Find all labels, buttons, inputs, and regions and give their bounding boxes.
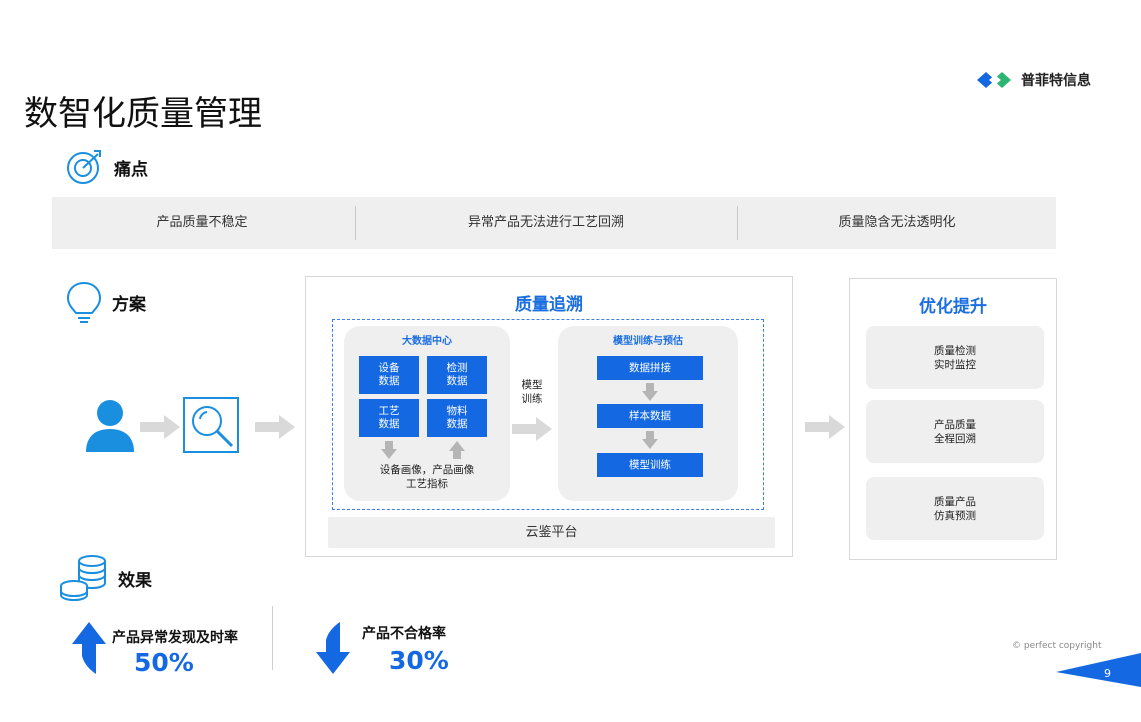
down-arrow-icon (642, 431, 658, 449)
metric-label-1: 产品异常发现及时率 (112, 630, 238, 646)
pain-point-1: 产品质量不稳定 (156, 215, 248, 230)
up-arrow-icon (449, 441, 465, 459)
divider (272, 606, 273, 670)
copyright-text: © perfect copyright (1012, 641, 1102, 651)
big-data-title: 大数据中心 (402, 336, 452, 347)
brand-name: 普菲特信息 (1021, 73, 1091, 89)
solution-section-label: 方案 (112, 294, 146, 315)
up-arrow-icon (72, 622, 106, 674)
down-arrow-icon (381, 441, 397, 459)
model-training-label-2: 训练 (521, 393, 543, 405)
user-icon (86, 400, 134, 452)
model-training-step: 模型训练 (597, 453, 703, 477)
big-data-caption-2: 工艺指标 (406, 478, 448, 490)
data-joining-step: 数据拼接 (597, 356, 703, 380)
metric-value-1: 50% (134, 648, 194, 677)
process-data-block: 工艺 数据 (359, 399, 419, 437)
optimization-card-1: 质量检测 实时监控 (866, 326, 1044, 389)
page-number: 9 (1104, 667, 1111, 680)
brand-mark-icon (977, 72, 1011, 88)
metric-label-2: 产品不合格率 (362, 626, 446, 642)
effect-section-label: 效果 (118, 570, 152, 591)
solution-section-header: 方案 (64, 280, 146, 324)
model-training-label-1: 模型 (521, 379, 543, 391)
material-data-block: 物料 数据 (427, 399, 487, 437)
device-data-block: 设备 数据 (359, 356, 419, 394)
cloud-platform-bar: 云鉴平台 (328, 517, 775, 548)
effect-section-header: 效果 (58, 553, 152, 603)
optimization-box: 优化提升 质量检测 实时监控 产品质量 全程回溯 质量产品 仿真预测 (849, 278, 1057, 560)
brand-logo: 普菲特信息 (975, 70, 1091, 90)
metric-value-2: 30% (389, 646, 449, 675)
page-number-tab (1056, 653, 1141, 687)
model-panel-title: 模型训练与预估 (613, 336, 683, 347)
pain-point-3: 质量隐含无法透明化 (838, 215, 956, 230)
down-arrow-icon (642, 383, 658, 401)
sample-data-step: 样本数据 (597, 404, 703, 428)
down-arrow-icon (316, 622, 350, 674)
right-arrow-icon (140, 415, 180, 439)
optimization-title: 优化提升 (919, 297, 987, 317)
optimization-card-3: 质量产品 仿真预测 (866, 477, 1044, 540)
page-title: 数智化质量管理 (24, 94, 262, 134)
magnifier-icon (183, 397, 239, 453)
inspection-data-block: 检测 数据 (427, 356, 487, 394)
target-icon (67, 150, 101, 184)
lightbulb-icon (66, 281, 102, 323)
pain-section-header: 痛点 (64, 148, 148, 186)
right-arrow-icon (255, 415, 295, 439)
pain-section-label: 痛点 (114, 159, 148, 180)
pain-point-2: 异常产品无法进行工艺回溯 (467, 215, 624, 230)
right-arrow-icon (512, 417, 552, 441)
model-panel: 模型训练与预估 数据拼接 样本数据 模型训练 (558, 326, 738, 501)
big-data-caption-1: 设备画像，产品画像 (379, 464, 475, 476)
big-data-panel: 大数据中心 设备 数据 检测 数据 工艺 数据 物料 数据 设备画像，产品画像 … (344, 326, 510, 501)
quality-trace-box: 质量追溯 大数据中心 设备 数据 检测 数据 工艺 数据 物料 数据 设备画像，… (305, 276, 793, 557)
quality-trace-title: 质量追溯 (515, 295, 583, 315)
optimization-card-2: 产品质量 全程回溯 (866, 400, 1044, 463)
coins-icon (60, 555, 106, 602)
right-arrow-icon (805, 415, 845, 439)
pain-points-bar: 产品质量不稳定 异常产品无法进行工艺回溯 质量隐含无法透明化 (52, 197, 1056, 249)
